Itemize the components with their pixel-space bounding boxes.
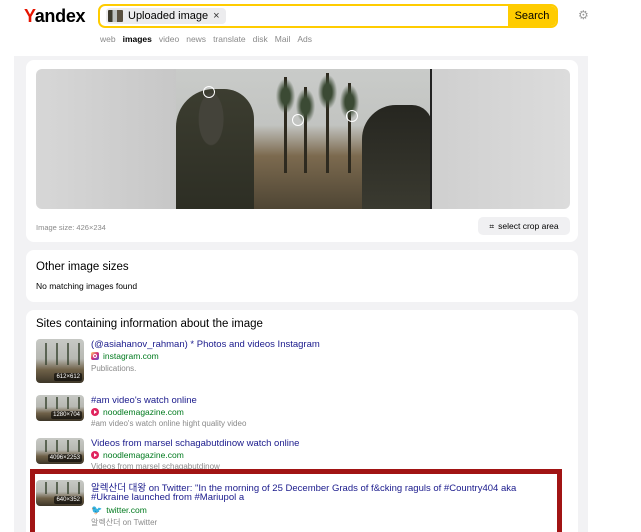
tab-video[interactable]: video (159, 34, 179, 44)
image-panel: Image size: 426×234 ⌗ select crop area (26, 60, 578, 242)
search-button[interactable]: Search (508, 6, 556, 26)
tab-news[interactable]: news (186, 34, 206, 44)
search-result[interactable]: 612×612 (@asiahanov_rahman) * Photos and… (36, 339, 572, 387)
result-description: #am video's watch online hight quality v… (91, 419, 247, 428)
no-matches-message: No matching images found (36, 281, 138, 291)
result-title[interactable]: Videos from marsel schagabutdinow watch … (91, 438, 299, 449)
tab-ads[interactable]: Ads (297, 34, 312, 44)
yandex-page: Yandex Uploaded image × Search ⚙ web ima… (14, 0, 588, 532)
result-thumbnail[interactable]: 612×612 (36, 339, 84, 383)
crop-icon: ⌗ (489, 220, 495, 231)
header: Yandex Uploaded image × Search ⚙ web ima… (14, 0, 588, 56)
crop-button-label: select crop area (498, 221, 559, 231)
photo-soldier-right (362, 105, 430, 209)
photo-tree (339, 83, 360, 173)
photo-soldier-left (176, 89, 254, 209)
search-result[interactable]: 4096×2253 Videos from marsel schagabutdi… (36, 438, 572, 471)
sites-title: Sites containing information about the i… (36, 318, 263, 330)
play-icon (91, 451, 99, 459)
result-domain[interactable]: noodlemagazine.com (91, 450, 184, 460)
search-tabs: web images video news translate disk Mai… (100, 34, 312, 44)
instagram-icon (91, 352, 99, 360)
object-marker-icon[interactable] (346, 110, 358, 122)
resolution-badge: 4096×2253 (47, 454, 82, 462)
photo-tree (317, 73, 338, 173)
result-title[interactable]: (@asiahanov_rahman) * Photos and videos … (91, 339, 320, 350)
uploaded-image-chip[interactable]: Uploaded image × (106, 8, 226, 24)
chip-label: Uploaded image (128, 10, 209, 22)
uploaded-image-thumbnail (108, 10, 123, 22)
photo-tree (295, 87, 316, 173)
object-marker-icon[interactable] (292, 114, 304, 126)
play-icon (91, 408, 99, 416)
result-domain[interactable]: instagram.com (91, 351, 159, 361)
result-domain[interactable]: noodlemagazine.com (91, 407, 184, 417)
result-description: Publications. (91, 364, 137, 373)
highlight-annotation-box (30, 469, 562, 532)
image-size-label: Image size: 426×234 (36, 223, 106, 232)
image-viewer[interactable] (36, 69, 570, 209)
tab-disk[interactable]: disk (253, 34, 268, 44)
yandex-logo[interactable]: Yandex (24, 6, 86, 27)
uploaded-photo (176, 69, 430, 209)
resolution-badge: 1280×704 (51, 411, 82, 419)
result-thumbnail[interactable]: 1280×704 (36, 395, 84, 421)
search-box[interactable]: Uploaded image × Search (98, 4, 558, 28)
close-icon[interactable]: × (213, 10, 219, 22)
result-domain-text: noodlemagazine.com (103, 450, 184, 460)
object-marker-icon[interactable] (203, 86, 215, 98)
settings-icon[interactable]: ⚙ (578, 8, 588, 22)
search-result[interactable]: 1280×704 #am video's watch online noodle… (36, 395, 572, 428)
result-thumbnail[interactable]: 4096×2253 (36, 438, 84, 464)
other-sizes-title: Other image sizes (36, 261, 129, 273)
other-sizes-panel: Other image sizes No matching images fou… (26, 250, 578, 302)
result-domain-text: instagram.com (103, 351, 159, 361)
select-crop-area-button[interactable]: ⌗ select crop area (478, 217, 570, 235)
tab-translate[interactable]: translate (213, 34, 246, 44)
tab-images[interactable]: images (123, 34, 152, 44)
tab-web[interactable]: web (100, 34, 116, 44)
crop-edge[interactable] (430, 69, 432, 209)
resolution-badge: 612×612 (54, 373, 82, 381)
result-title[interactable]: #am video's watch online (91, 395, 197, 406)
result-domain-text: noodlemagazine.com (103, 407, 184, 417)
tab-mail[interactable]: Mail (275, 34, 291, 44)
photo-tree (275, 77, 296, 173)
